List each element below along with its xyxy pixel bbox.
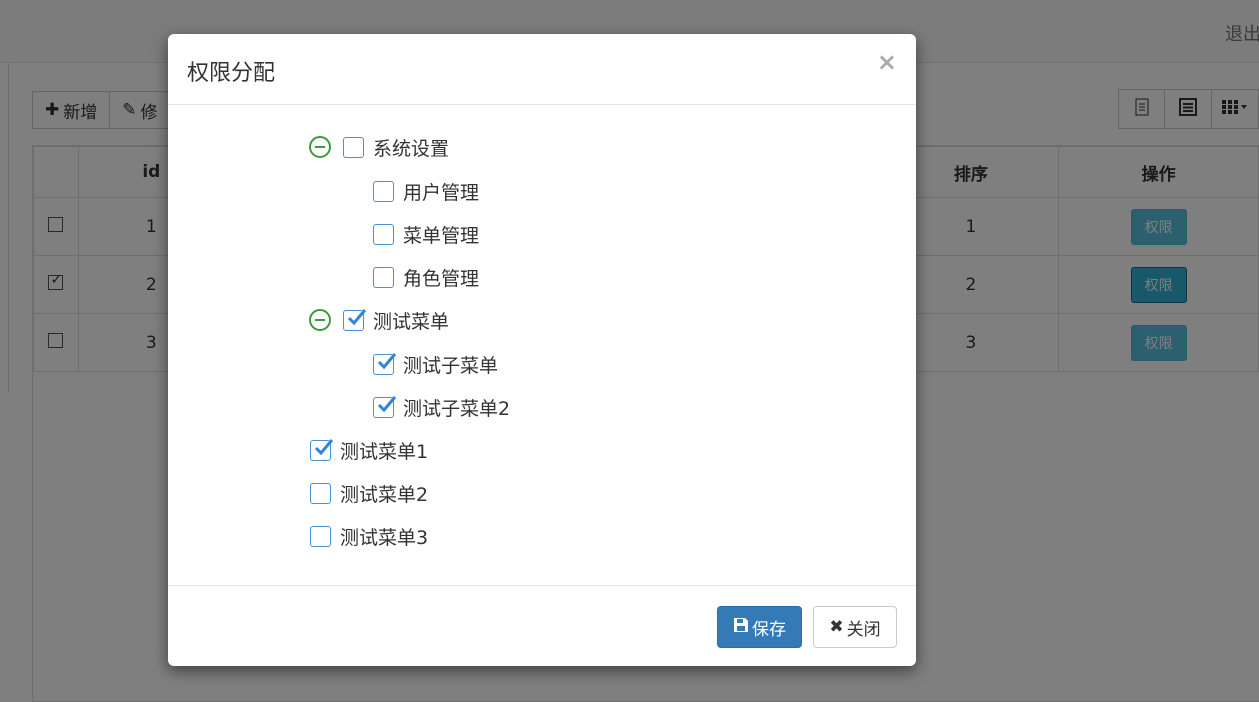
tree-node-test-menu[interactable]: 测试菜单	[309, 306, 449, 334]
tree-node-label: 测试子菜单	[403, 354, 499, 377]
tree-node-system-settings[interactable]: 系统设置	[309, 133, 449, 161]
checked-checkbox-icon[interactable]	[373, 395, 397, 418]
tree-node-role-management[interactable]: 角色管理	[373, 263, 479, 291]
tree-node-menu-management[interactable]: 菜单管理	[373, 220, 479, 248]
close-button-label: 关闭	[846, 619, 881, 640]
checked-checkbox-icon[interactable]	[310, 438, 334, 461]
tree-checkbox[interactable]	[310, 525, 331, 547]
tree-node-user-management[interactable]: 用户管理	[373, 177, 479, 205]
tree-node-test-submenu[interactable]: 测试子菜单	[373, 350, 498, 378]
tree-node-label: 测试菜单3	[340, 526, 429, 549]
tree-checkbox[interactable]	[373, 223, 394, 245]
tree-node-test-submenu-2[interactable]: 测试子菜单2	[373, 393, 510, 421]
dialog-title: 权限分配	[187, 61, 276, 86]
permission-dialog: 权限分配 × 系统设置 用户管理 菜单管理 角色管理 测试菜单 测试子菜单 测试…	[168, 34, 916, 666]
tree-node-label: 角色管理	[403, 267, 480, 290]
tree-node-test-menu-2[interactable]: 测试菜单2	[310, 479, 428, 507]
checked-checkbox-icon[interactable]	[343, 308, 367, 331]
tree-node-label: 测试菜单1	[340, 440, 429, 463]
tree-checkbox[interactable]	[373, 180, 394, 202]
tree-node-label: 测试子菜单2	[403, 397, 511, 420]
tree-node-label: 菜单管理	[403, 224, 480, 247]
dialog-footer: 保存 ✖ 关闭	[168, 585, 916, 667]
remove-icon: ✖	[829, 617, 844, 637]
close-button[interactable]: ✖ 关闭	[813, 606, 897, 648]
tree-node-label: 测试菜单2	[340, 483, 429, 506]
tree-checkbox[interactable]	[343, 136, 364, 158]
tree-node-label: 系统设置	[373, 137, 450, 160]
tree-node-test-menu-1[interactable]: 测试菜单1	[310, 436, 428, 464]
dialog-header: 权限分配 ×	[168, 34, 916, 105]
tree-checkbox[interactable]	[373, 266, 394, 288]
floppy-disk-icon	[733, 617, 749, 638]
collapse-icon[interactable]	[309, 309, 331, 331]
tree-checkbox[interactable]	[310, 482, 331, 504]
close-icon[interactable]: ×	[877, 48, 897, 76]
tree-node-label: 测试菜单	[373, 310, 450, 333]
save-button[interactable]: 保存	[717, 606, 802, 648]
collapse-icon[interactable]	[309, 136, 331, 158]
tree-node-label: 用户管理	[403, 181, 480, 204]
save-button-label: 保存	[752, 619, 786, 640]
checked-checkbox-icon[interactable]	[373, 352, 397, 375]
permission-tree: 系统设置 用户管理 菜单管理 角色管理 测试菜单 测试子菜单 测试子菜单2 测试…	[168, 105, 916, 585]
tree-node-test-menu-3[interactable]: 测试菜单3	[310, 522, 428, 550]
